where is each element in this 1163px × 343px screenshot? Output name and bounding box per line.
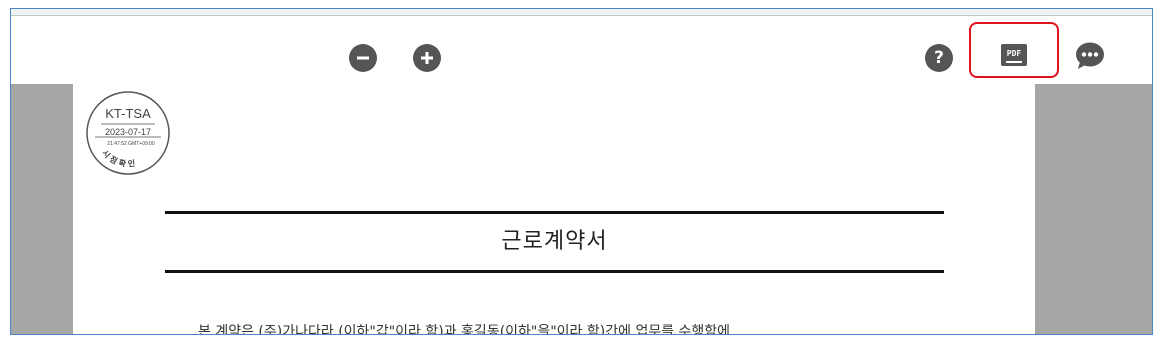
document-viewport[interactable]: KT-TSA 2023-07-17 21:47:52 GMT+09:00 시 점… xyxy=(11,84,1152,335)
pdf-icon-line xyxy=(1006,61,1022,63)
pdf-icon-label: PDF xyxy=(1003,49,1025,59)
document-body-first-line: 본 계약은 (주)가나다라 (이하"갑"이라 함)과 홍길동(이하"을"이라 함… xyxy=(198,324,731,335)
title-bottom-rule xyxy=(165,270,944,273)
viewer-toolbar: ? PDF xyxy=(11,16,1152,84)
stamp-date-text: 2023-07-17 xyxy=(105,127,151,137)
chat-button[interactable] xyxy=(1075,42,1105,70)
chat-bubble-icon xyxy=(1075,42,1105,74)
pdf-download-button[interactable]: PDF xyxy=(1001,44,1027,66)
pdf-viewer-window: ? PDF KT-TSA 2023-07-17 21:47:52 GMT+09:… xyxy=(10,8,1153,335)
zoom-in-button[interactable] xyxy=(413,44,441,72)
top-strip xyxy=(11,9,1152,16)
title-block: 근로계약서 xyxy=(165,211,944,273)
stamp-org-text: KT-TSA xyxy=(105,106,151,121)
zoom-out-button[interactable] xyxy=(349,44,377,72)
help-circle-icon: ? xyxy=(934,48,944,68)
minus-circle-icon xyxy=(356,51,370,65)
document-title: 근로계약서 xyxy=(501,229,608,254)
plus-circle-icon xyxy=(420,51,434,65)
timestamp-stamp: KT-TSA 2023-07-17 21:47:52 GMT+09:00 시 점… xyxy=(85,90,171,176)
stamp-time-text: 21:47:52 GMT+09:00 xyxy=(107,141,155,147)
help-button[interactable]: ? xyxy=(925,44,953,72)
document-page: KT-TSA 2023-07-17 21:47:52 GMT+09:00 시 점… xyxy=(73,84,1035,335)
